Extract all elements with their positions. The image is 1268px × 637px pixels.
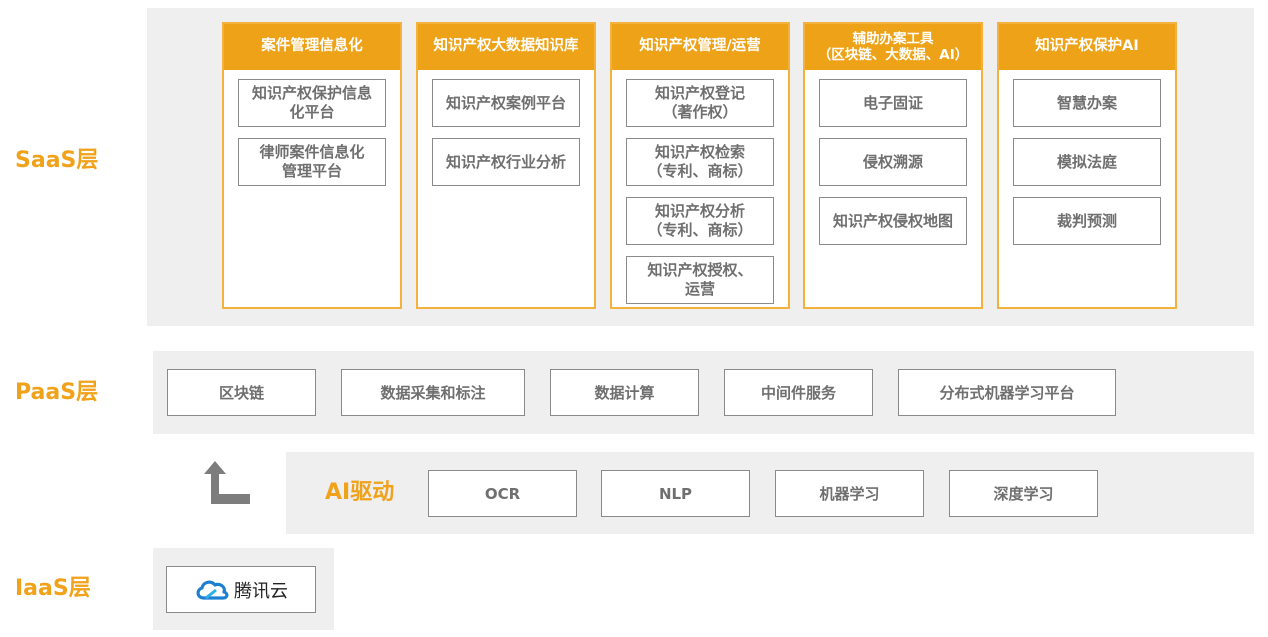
ai-item-machine-learning: 机器学习: [775, 470, 924, 517]
module-card: 模拟法庭: [1013, 138, 1161, 186]
iaas-layer-label: IaaS层: [15, 576, 91, 601]
saas-column-ip-management: 知识产权管理/运营 知识产权登记 （著作权） 知识产权检索 （专利、商标） 知识…: [610, 22, 790, 309]
module-card: 知识产权分析 （专利、商标）: [626, 197, 774, 245]
module-card: 智慧办案: [1013, 79, 1161, 127]
module-card: 知识产权侵权地图: [819, 197, 967, 245]
module-card: 侵权溯源: [819, 138, 967, 186]
paas-item-middleware: 中间件服务: [724, 369, 873, 416]
module-card: 知识产权检索 （专利、商标）: [626, 138, 774, 186]
column-title: 案件管理信息化: [224, 24, 400, 70]
module-card: 知识产权保护信息 化平台: [238, 79, 386, 127]
saas-column-ip-protection-ai: 知识产权保护AI 智慧办案 模拟法庭 裁判预测: [997, 22, 1177, 309]
column-title: 辅助办案工具 （区块链、大数据、AI）: [805, 24, 981, 70]
module-card: 知识产权案例平台: [432, 79, 580, 127]
ai-driven-label: AI驱动: [325, 480, 395, 505]
paas-item-data-compute: 数据计算: [550, 369, 699, 416]
iaas-provider-box: 腾讯云: [166, 566, 316, 613]
module-card: 裁判预测: [1013, 197, 1161, 245]
saas-column-case-management: 案件管理信息化 知识产权保护信息 化平台 律师案件信息化 管理平台: [222, 22, 402, 309]
saas-column-ip-big-data: 知识产权大数据知识库 知识产权案例平台 知识产权行业分析: [416, 22, 596, 309]
module-card: 知识产权登记 （著作权）: [626, 79, 774, 127]
paas-item-data-collection: 数据采集和标注: [341, 369, 525, 416]
module-card: 律师案件信息化 管理平台: [238, 138, 386, 186]
column-title: 知识产权管理/运营: [612, 24, 788, 70]
column-title: 知识产权大数据知识库: [418, 24, 594, 70]
paas-item-distributed-ml: 分布式机器学习平台: [898, 369, 1116, 416]
module-card: 知识产权授权、 运营: [626, 256, 774, 304]
module-card: 知识产权行业分析: [432, 138, 580, 186]
saas-layer-label: SaaS层: [15, 148, 99, 173]
module-card: 电子固证: [819, 79, 967, 127]
up-arrow-icon: [204, 461, 250, 504]
paas-layer-label: PaaS层: [15, 380, 99, 405]
column-title: 知识产权保护AI: [999, 24, 1175, 70]
paas-item-blockchain: 区块链: [167, 369, 316, 416]
ai-item-nlp: NLP: [601, 470, 750, 517]
iaas-provider-name: 腾讯云: [234, 580, 288, 602]
ai-item-ocr: OCR: [428, 470, 577, 517]
tencent-cloud-icon: [196, 580, 229, 600]
saas-column-assist-tools: 辅助办案工具 （区块链、大数据、AI） 电子固证 侵权溯源 知识产权侵权地图: [803, 22, 983, 309]
ai-item-deep-learning: 深度学习: [949, 470, 1098, 517]
